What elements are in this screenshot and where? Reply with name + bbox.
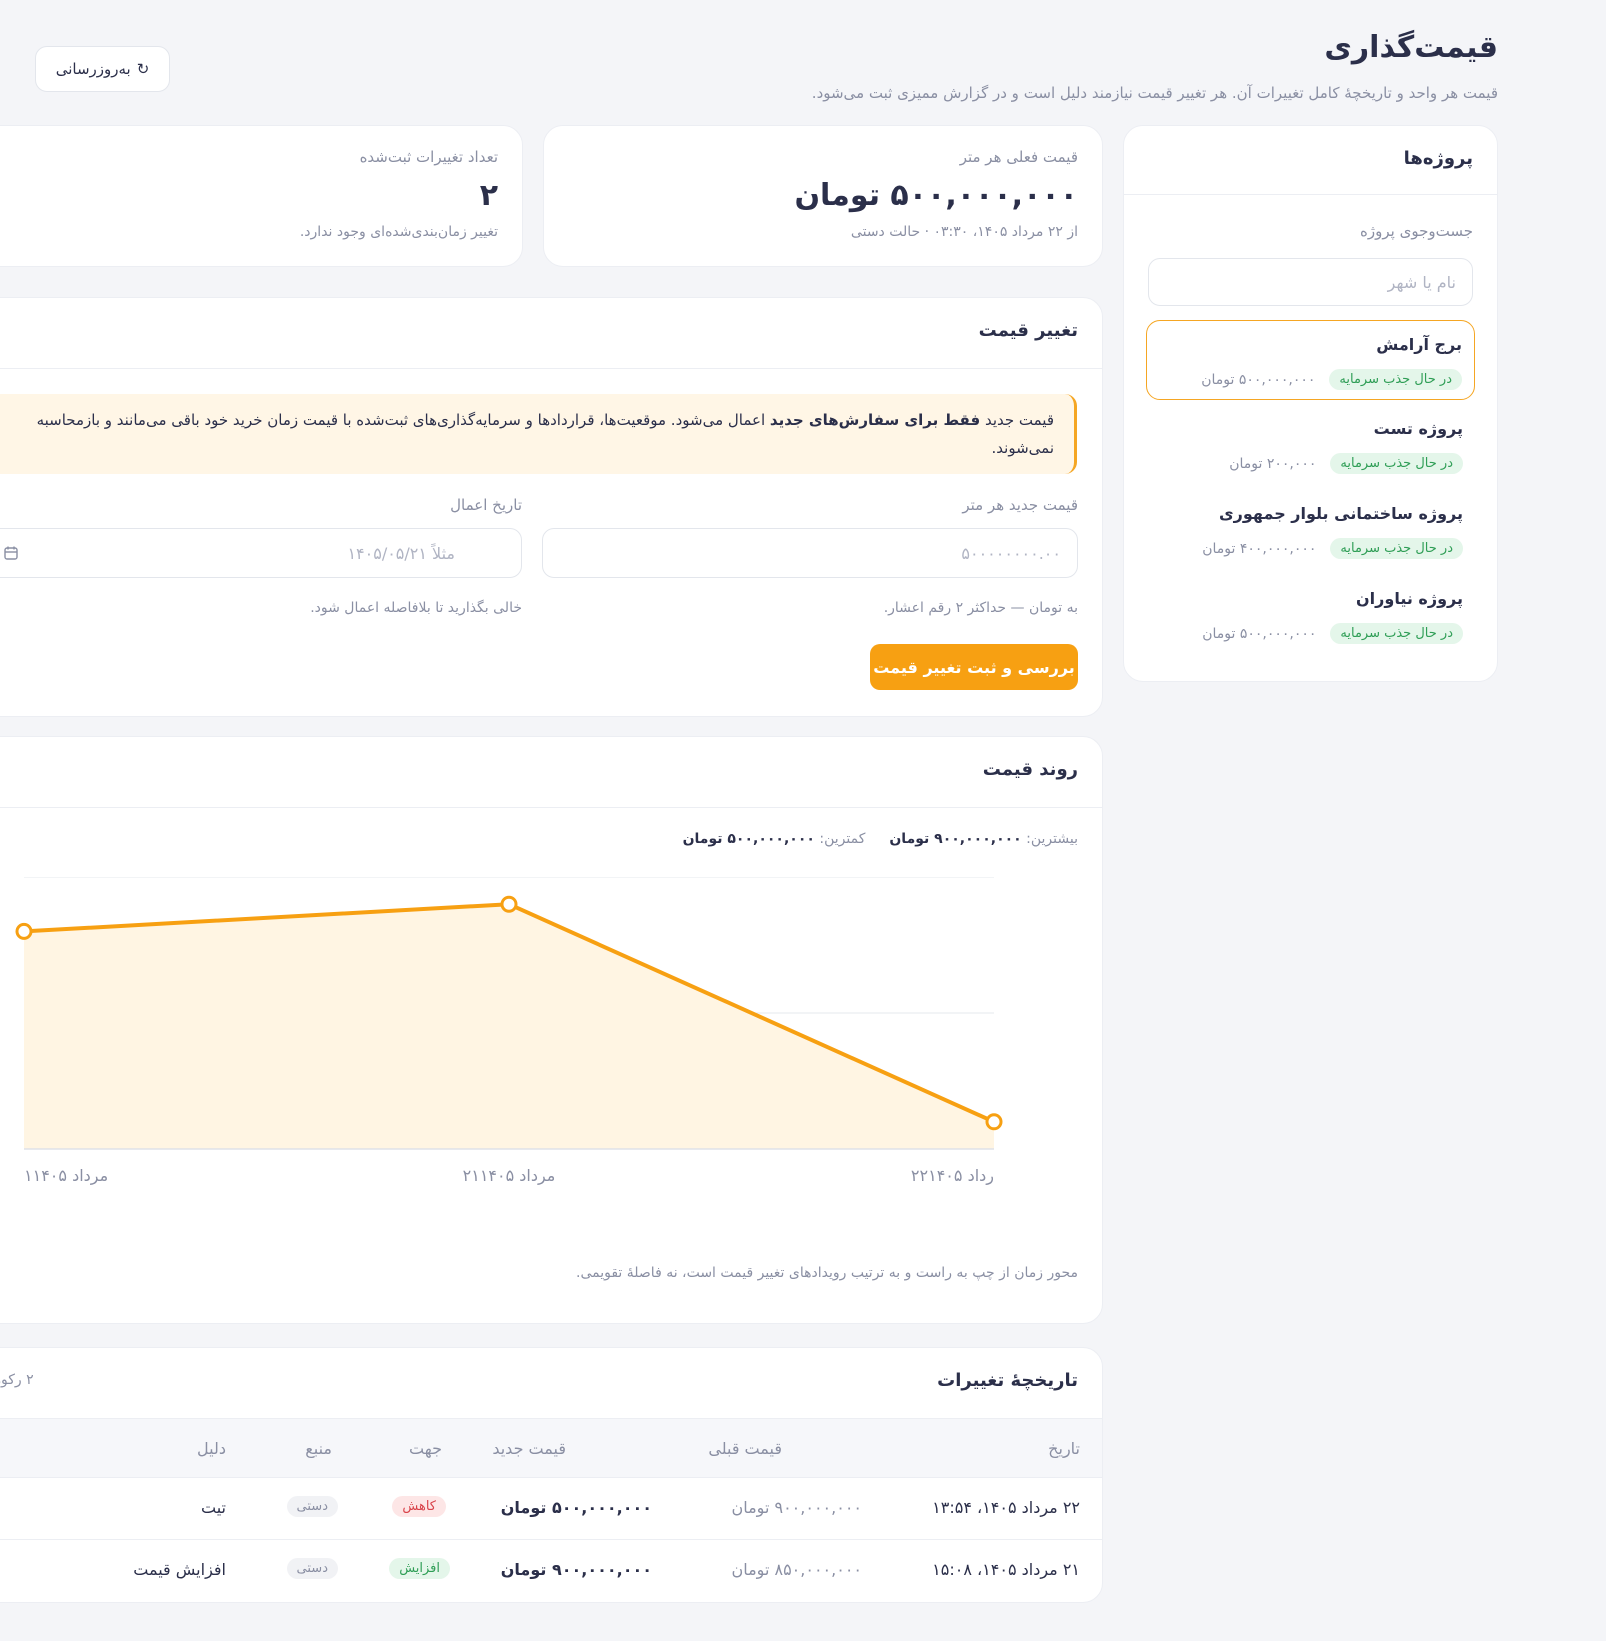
apply-date-label: تاریخ اعمال [450, 496, 522, 514]
new-price-hint: به تومان — حداکثر ۲ رقم اعشار. [883, 600, 1078, 616]
new-price-label: قیمت جدید هر متر [962, 496, 1078, 514]
new-price-input[interactable]: ۵۰۰۰۰۰۰۰۰.۰۰ [542, 528, 1078, 578]
status-badge: در حال جذب سرمایه [1330, 538, 1463, 559]
changes-count-value: ۲ [479, 178, 498, 213]
current-price-label: قیمت فعلی هر متر [959, 148, 1078, 166]
page-subtitle: قیمت هر واحد و تاریخچهٔ کامل تغییرات آن.… [811, 84, 1498, 102]
x-tick-label: ۱۱۴۰۵ مرداد [24, 1166, 108, 1186]
price-trend-panel: روند قیمت بیشترین: ۹۰۰,۰۰۰,۰۰۰ تومان کمت… [0, 736, 1103, 1324]
project-name: پروژه ساختمانی بلوار جمهوری [1219, 504, 1463, 523]
data-point [500, 895, 518, 913]
col-direction: جهت [409, 1439, 442, 1458]
changes-count-label: تعداد تغییرات ثبت‌شده [359, 148, 498, 166]
status-badge: در حال جذب سرمایه [1330, 623, 1463, 644]
page-title: قیمت‌گذاری [1324, 30, 1498, 65]
calendar-icon[interactable] [3, 545, 19, 561]
row-prev-price: ۸۵۰,۰۰۰,۰۰۰ تومان [731, 1560, 862, 1579]
apply-date-input[interactable]: مثلاً ۱۴۰۵/۰۵/۲۱ [0, 528, 522, 578]
row-new-price: ۹۰۰,۰۰۰,۰۰۰ تومان [500, 1560, 652, 1579]
min-value: ۵۰۰,۰۰۰,۰۰۰ تومان [682, 831, 815, 847]
row-date: ۲۲ مرداد ۱۴۰۵، ۱۳:۵۴ [932, 1498, 1080, 1517]
project-price: ۲۰۰,۰۰۰ تومان [1229, 455, 1317, 472]
table-header: تاریخ قیمت قبلی قیمت جدید جهت منبع دلیل [0, 1418, 1102, 1478]
refresh-icon: ↻ [136, 60, 150, 78]
col-source: منبع [305, 1439, 332, 1458]
price-trend-title: روند قیمت [982, 759, 1078, 780]
min-label: کمترین: [819, 831, 866, 847]
trend-footnote: محور زمان از چپ به راست و به ترتیب رویدا… [576, 1265, 1078, 1281]
project-search-input[interactable]: نام یا شهر [1148, 258, 1473, 306]
project-name: برج آرامش [1376, 335, 1462, 354]
col-new-price: قیمت جدید [492, 1439, 566, 1458]
table-row: ۲۱ مرداد ۱۴۰۵، ۱۵:۰۸ ۸۵۰,۰۰۰,۰۰۰ تومان ۹… [0, 1540, 1102, 1602]
project-name: پروژه تست [1373, 419, 1463, 438]
current-price-value: ۵۰۰,۰۰۰,۰۰۰ تومان [794, 178, 1078, 213]
history-title: تاریخچهٔ تغییرات [937, 1370, 1078, 1391]
row-new-price: ۵۰۰,۰۰۰,۰۰۰ تومان [500, 1498, 652, 1517]
source-badge: دستی [286, 1558, 338, 1579]
current-price-card: قیمت فعلی هر متر ۵۰۰,۰۰۰,۰۰۰ تومان از ۲۲… [543, 125, 1103, 267]
project-item[interactable]: پروژه ساختمانی بلوار جمهوری در حال جذب س… [1146, 490, 1475, 570]
direction-badge: کاهش [392, 1496, 446, 1517]
projects-title: پروژه‌ها [1403, 148, 1473, 169]
project-name: پروژه نیاوران [1356, 589, 1463, 608]
x-tick-label: ۲۱۱۴۰۵ مرداد [463, 1166, 556, 1186]
note-bold: فقط برای سفارش‌های جدید [769, 411, 981, 429]
changes-count-card: تعداد تغییرات ثبت‌شده ۲ تغییر زمان‌بندی‌… [0, 125, 523, 267]
current-price-note: از ۲۲ مرداد ۱۴۰۵، ۰۳:۳۰ · حالت دستی [850, 224, 1078, 240]
project-price: ۴۰۰,۰۰۰,۰۰۰ تومان [1202, 540, 1317, 557]
row-date: ۲۱ مرداد ۱۴۰۵، ۱۵:۰۸ [932, 1560, 1080, 1579]
changes-count-note: تغییر زمان‌بندی‌شده‌ای وجود ندارد. [299, 224, 498, 240]
new-price-placeholder: ۵۰۰۰۰۰۰۰۰.۰۰ [961, 543, 1061, 563]
project-price: ۵۰۰,۰۰۰,۰۰۰ تومان [1202, 625, 1317, 642]
price-trend-chart: ۱۱۴۰۵ مرداد ۲۱۱۴۰۵ مرداد ۲۲۱۴۰۵ رداد [15, 877, 1003, 1186]
row-prev-price: ۹۰۰,۰۰۰,۰۰۰ تومان [731, 1498, 862, 1517]
col-reason: دلیل [197, 1439, 226, 1458]
apply-date-placeholder: مثلاً ۱۴۰۵/۰۵/۲۱ [347, 543, 455, 563]
col-date: تاریخ [1048, 1439, 1080, 1458]
row-reason: افزایش قیمت [133, 1560, 226, 1579]
apply-date-hint: خالی بگذارید تا بلافاصله اعمال شود. [310, 600, 522, 616]
col-prev-price: قیمت قبلی [708, 1439, 782, 1458]
history-panel: تاریخچهٔ تغییرات ۲ رکورد تاریخ قیمت قبلی… [0, 1347, 1103, 1603]
search-label: جست‌وجوی پروژه [1360, 222, 1473, 240]
search-placeholder: نام یا شهر [1387, 272, 1456, 292]
x-tick-label: ۲۲۱۴۰۵ رداد [911, 1166, 994, 1186]
table-row: ۲۲ مرداد ۱۴۰۵، ۱۳:۵۴ ۹۰۰,۰۰۰,۰۰۰ تومان ۵… [0, 1478, 1102, 1540]
project-price: ۵۰۰,۰۰۰,۰۰۰ تومان [1201, 371, 1316, 388]
projects-panel: پروژه‌ها جست‌وجوی پروژه نام یا شهر برج آ… [1123, 125, 1498, 682]
project-item[interactable]: پروژه نیاوران در حال جذب سرمایه ۵۰۰,۰۰۰,… [1146, 575, 1475, 655]
project-item[interactable]: برج آرامش در حال جذب سرمایه ۵۰۰,۰۰۰,۰۰۰ … [1146, 320, 1475, 400]
row-reason: تیت [201, 1498, 226, 1517]
change-price-title: تغییر قیمت [978, 320, 1078, 341]
source-badge: دستی [286, 1496, 338, 1517]
max-label: بیشترین: [1026, 831, 1078, 847]
refresh-label: به‌روزرسانی [55, 60, 131, 78]
status-badge: در حال جذب سرمایه [1329, 369, 1462, 390]
max-value: ۹۰۰,۰۰۰,۰۰۰ تومان [889, 831, 1022, 847]
record-count: ۲ رکورد [0, 1372, 34, 1388]
refresh-button[interactable]: ↻ به‌روزرسانی [35, 46, 170, 92]
data-point [985, 1113, 1003, 1131]
policy-note: قیمت جدید فقط برای سفارش‌های جدید اعمال … [0, 394, 1077, 474]
status-badge: در حال جذب سرمایه [1330, 453, 1463, 474]
project-item[interactable]: پروژه تست در حال جذب سرمایه ۲۰۰,۰۰۰ توما… [1146, 405, 1475, 485]
data-point [15, 922, 33, 940]
trend-summary: بیشترین: ۹۰۰,۰۰۰,۰۰۰ تومان کمترین: ۵۰۰,۰… [683, 831, 1078, 847]
change-price-panel: تغییر قیمت قیمت جدید فقط برای سفارش‌های … [0, 297, 1103, 717]
note-text: قیمت جدید [980, 411, 1054, 429]
submit-price-change-button[interactable]: بررسی و ثبت تغییر قیمت [870, 644, 1078, 690]
area-fill [24, 904, 994, 1149]
direction-badge: افزایش [389, 1558, 450, 1579]
